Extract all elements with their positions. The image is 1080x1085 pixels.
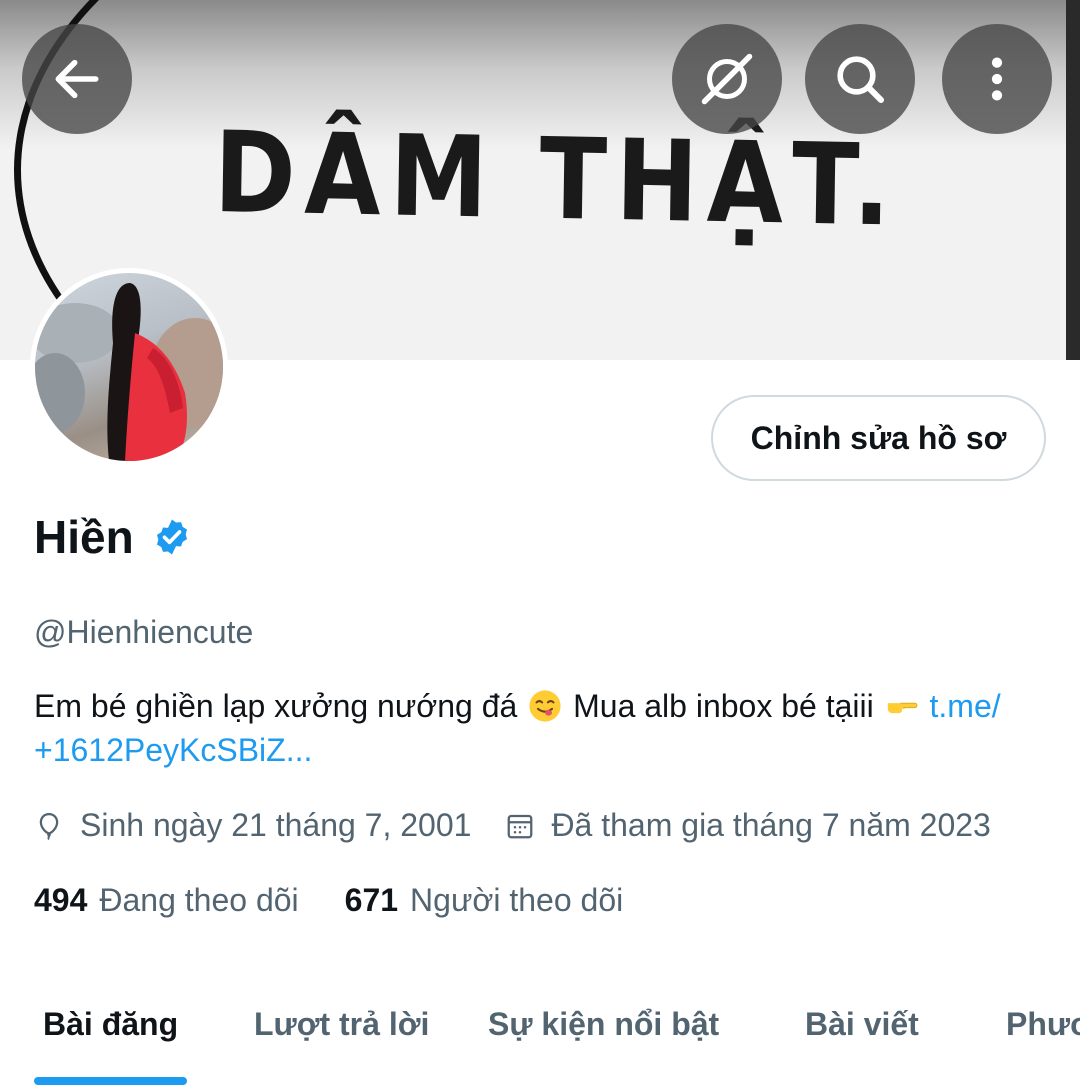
yum-face-emoji-icon <box>529 690 561 722</box>
following-label[interactable]: Đang theo dõi <box>99 882 298 919</box>
followers-count[interactable]: 671 <box>345 882 398 919</box>
balloon-icon <box>39 812 59 840</box>
tab-articles[interactable]: Bài viết <box>805 1006 919 1043</box>
followers-label[interactable]: Người theo dõi <box>410 882 623 919</box>
banner-edge <box>1066 0 1080 360</box>
joined-date-text: Đã tham gia tháng 7 năm 2023 <box>551 807 991 843</box>
search-icon <box>837 56 885 104</box>
follow-stats: 494 Đang theo dõi 671 Người theo dõi <box>34 882 623 919</box>
grok-button[interactable] <box>672 24 782 134</box>
back-button[interactable] <box>22 24 132 134</box>
profile-bio: Em bé ghiền lạp xưởng nướng đá Mua alb i… <box>34 684 1054 772</box>
profile-tabs: Bài đăng Lượt trả lời Sự kiện nổi bật Bà… <box>0 990 1080 1085</box>
banner-text: DÂM THẬT. <box>213 108 901 252</box>
birthday-text: Sinh ngày 21 tháng 7, 2001 <box>80 807 472 843</box>
calendar-icon <box>508 814 533 838</box>
profile-name-row: Hiền <box>34 510 192 564</box>
display-name: Hiền <box>34 511 134 563</box>
tab-posts[interactable]: Bài đăng <box>43 1006 178 1043</box>
tab-media[interactable]: Phương tiện <box>1006 1006 1080 1043</box>
bio-text: Em bé ghiền lạp xưởng nướng đá <box>34 688 518 724</box>
pointing-right-emoji-icon <box>887 702 918 714</box>
avatar-photo <box>35 273 223 461</box>
arrow-left-icon <box>55 59 99 99</box>
more-vertical-icon <box>991 57 1003 101</box>
grok-icon <box>701 53 753 105</box>
profile-meta: Sinh ngày 21 tháng 7, 2001 Đã tham gia t… <box>34 807 991 844</box>
more-options-button[interactable] <box>942 24 1052 134</box>
tab-replies[interactable]: Lượt trả lời <box>254 1006 429 1043</box>
profile-avatar[interactable] <box>30 268 228 466</box>
edit-profile-button[interactable]: Chỉnh sửa hồ sơ <box>711 395 1046 481</box>
search-button[interactable] <box>805 24 915 134</box>
bio-link[interactable]: t.me/ <box>930 688 1001 724</box>
username-handle: @Hienhiencute <box>34 614 254 650</box>
active-tab-indicator <box>34 1077 187 1085</box>
following-count[interactable]: 494 <box>34 882 87 919</box>
tab-highlights[interactable]: Sự kiện nổi bật <box>488 1006 719 1043</box>
bio-text-2: Mua alb inbox bé tạiii <box>573 688 874 724</box>
bio-link-continued[interactable]: +1612PeyKcSBiZ... <box>34 732 312 768</box>
verified-badge-icon[interactable] <box>152 517 192 557</box>
